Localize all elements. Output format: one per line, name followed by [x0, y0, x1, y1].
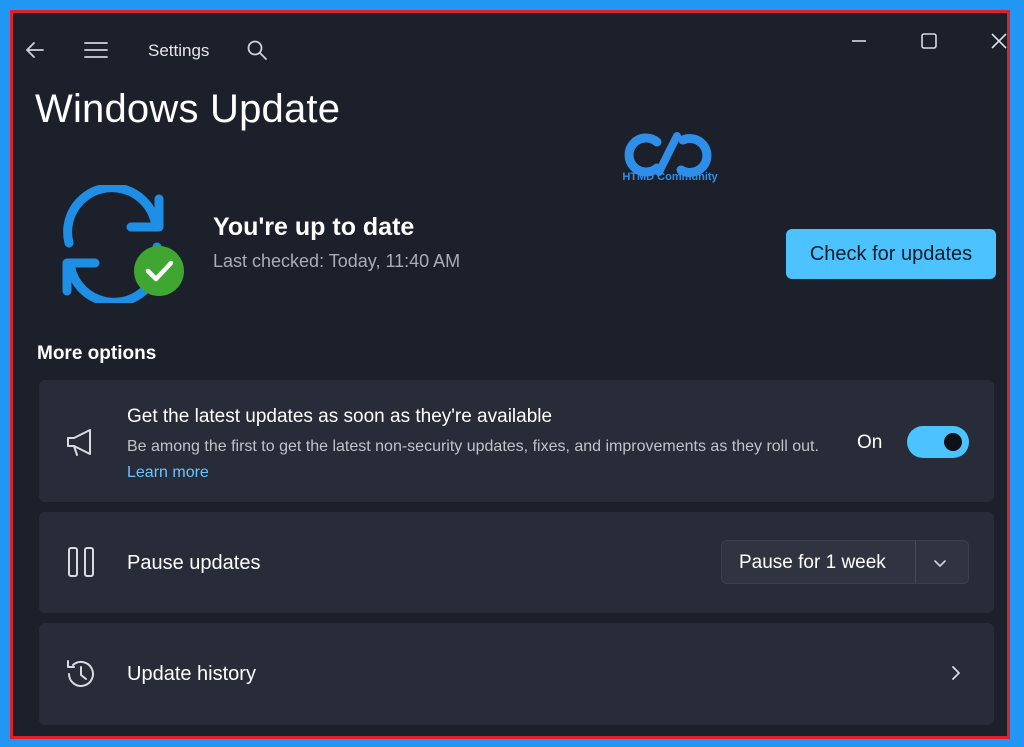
more-options-heading: More options [37, 343, 157, 364]
pause-updates-label: Pause updates [127, 552, 261, 574]
latest-updates-card: Get the latest updates as soon as they'r… [39, 380, 994, 502]
toggle-state-label: On [857, 432, 883, 453]
page-title: Windows Update [35, 87, 341, 131]
settings-window: Settings Windows Update HTMD Community Y… [10, 10, 1010, 739]
back-arrow-icon[interactable] [23, 38, 47, 62]
toggle-knob [944, 433, 962, 451]
search-icon[interactable] [245, 38, 269, 62]
pause-duration-dropdown[interactable]: Pause for 1 week [721, 540, 969, 584]
pause-icon [68, 547, 94, 577]
latest-updates-toggle[interactable] [907, 426, 969, 458]
minimize-icon[interactable] [845, 27, 873, 55]
chevron-down-icon[interactable] [930, 553, 950, 573]
check-for-updates-button[interactable]: Check for updates [786, 229, 996, 279]
pause-duration-value[interactable]: Pause for 1 week [739, 552, 886, 574]
learn-more-link[interactable]: Learn more [127, 464, 209, 481]
maximize-icon[interactable] [915, 27, 943, 55]
latest-updates-title: Get the latest updates as soon as they'r… [127, 406, 553, 427]
chevron-right-icon[interactable] [945, 661, 967, 685]
hamburger-menu-icon[interactable] [83, 38, 109, 62]
latest-updates-description: Be among the first to get the latest non… [127, 434, 837, 486]
status-title: You're up to date [213, 213, 415, 241]
logo-caption: HTMD Community [622, 171, 718, 183]
pause-updates-card: Pause updates Pause for 1 week [39, 512, 994, 613]
update-history-label: Update history [127, 663, 256, 685]
htmd-logo-icon [624, 132, 712, 178]
dropdown-divider [915, 541, 916, 583]
app-title: Settings [148, 41, 210, 60]
update-sync-check-icon [62, 185, 184, 303]
megaphone-icon [67, 429, 91, 456]
update-history-card[interactable]: Update history [39, 623, 994, 725]
close-icon[interactable] [985, 27, 1010, 55]
title-bar: Settings [13, 13, 1007, 83]
history-icon [67, 660, 94, 687]
latest-updates-description-text: Be among the first to get the latest non… [127, 438, 819, 455]
last-checked-text: Last checked: Today, 11:40 AM [213, 251, 461, 271]
